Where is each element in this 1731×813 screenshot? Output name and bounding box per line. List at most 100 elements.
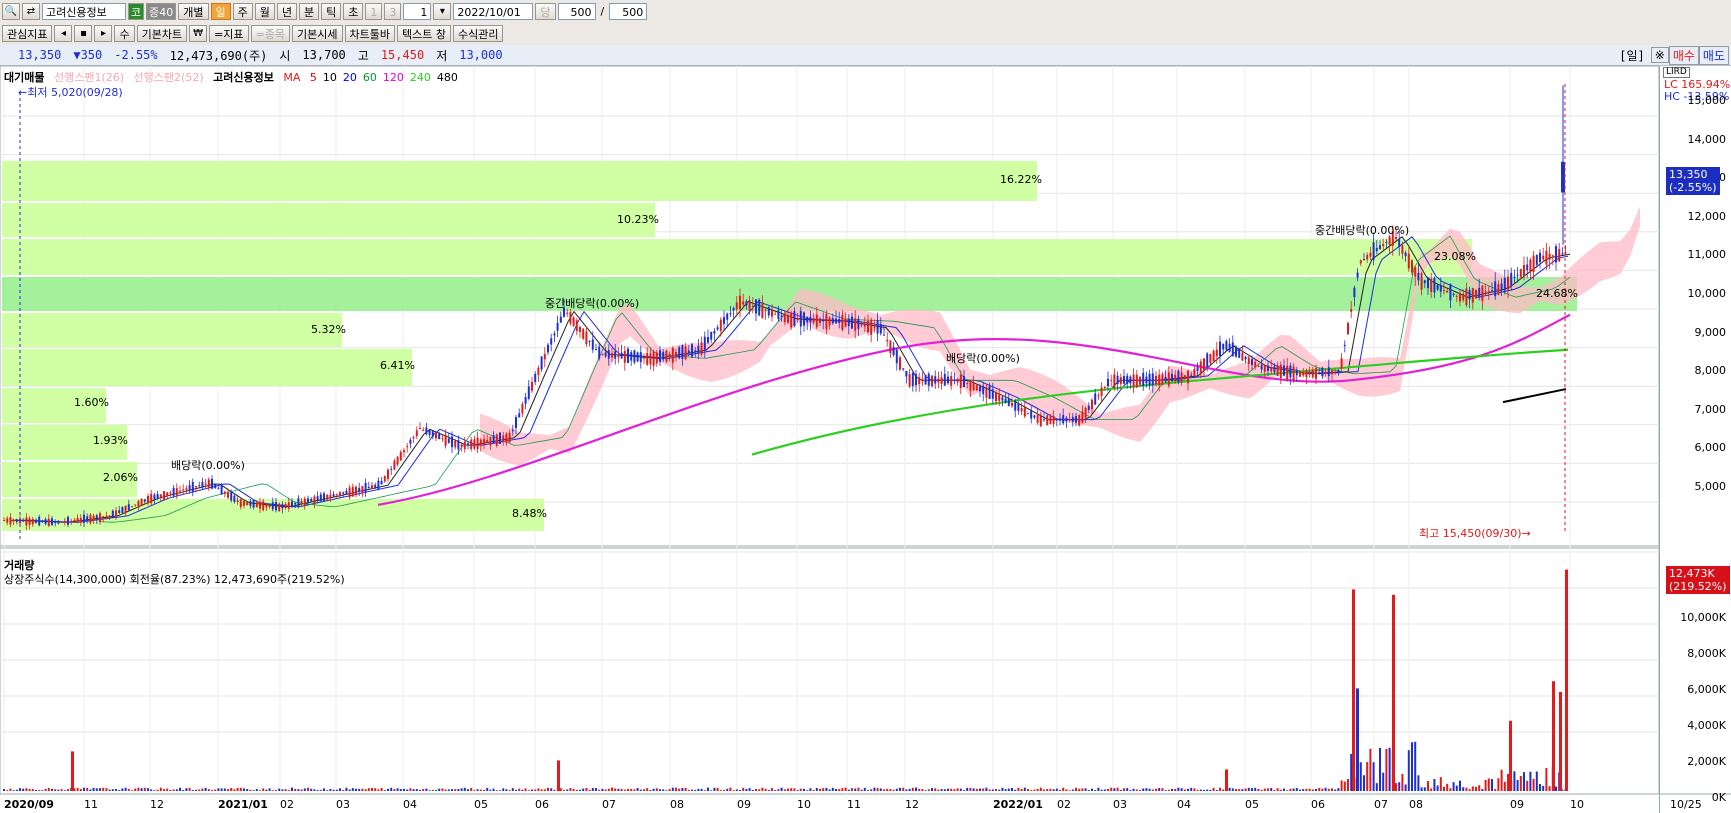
candle-body <box>1193 368 1196 377</box>
candle-body <box>1331 370 1333 375</box>
volume-axis-label: 4,000K <box>1687 719 1726 732</box>
current-price-tag: 13,350 (-2.55%) <box>1666 167 1720 195</box>
volume-bar <box>1334 789 1337 791</box>
volume-bar <box>1276 788 1279 791</box>
legend-ma-label[interactable]: MA <box>283 71 300 84</box>
candle-body <box>383 476 386 482</box>
legend-ma-5[interactable]: 5 <box>310 71 317 84</box>
volume-bar <box>159 787 162 791</box>
candle-body <box>899 357 901 370</box>
candle-body <box>35 519 37 523</box>
legend-ma-120[interactable]: 120 <box>383 71 404 84</box>
candle-body <box>303 498 306 506</box>
volume-bar <box>355 788 357 791</box>
candle-body <box>950 376 953 386</box>
lird-button[interactable]: LIRD <box>1663 67 1690 78</box>
legend-ma-60[interactable]: 60 <box>363 71 377 84</box>
candle-body <box>521 404 524 414</box>
candle-body <box>70 520 73 522</box>
volume-bar <box>1507 774 1509 791</box>
candle-body <box>345 490 348 494</box>
volume-bar <box>636 788 639 791</box>
volume-bar <box>543 789 546 791</box>
candle-body <box>511 429 514 432</box>
candle-body <box>956 378 959 383</box>
candle-body <box>1119 377 1122 385</box>
volume-bar <box>1014 789 1017 791</box>
volume-bar <box>1190 787 1193 791</box>
legend-stock[interactable]: 고려신용정보 <box>213 71 274 84</box>
candle-body <box>476 437 479 450</box>
volume-bar <box>569 788 572 791</box>
candle-body <box>1484 291 1487 293</box>
volume-bar <box>1321 788 1324 791</box>
volume-bar <box>1142 788 1145 791</box>
candle-body <box>1436 284 1439 290</box>
volume-bar <box>1033 789 1036 791</box>
volume-bar <box>505 789 508 791</box>
legend-ma-240[interactable]: 240 <box>410 71 431 84</box>
volume-bar <box>1241 789 1244 791</box>
candle-body <box>1276 365 1279 377</box>
candle-body <box>806 316 809 323</box>
volume-bar <box>297 789 300 791</box>
volume-bar <box>1529 771 1532 791</box>
candle-body <box>1151 373 1154 386</box>
volume-profile-bar <box>2 349 412 386</box>
candle-body <box>1254 361 1257 368</box>
volume-axis-label: 10,000K <box>1680 611 1726 624</box>
volume-bar <box>390 787 393 791</box>
volume-bar <box>1100 789 1103 791</box>
candle-body <box>1459 293 1461 302</box>
candle-body <box>1161 374 1164 385</box>
candle-body <box>191 482 194 492</box>
candle-body <box>604 352 607 357</box>
volume-bar <box>316 790 319 791</box>
volume-bar <box>1139 789 1141 791</box>
volume-bar <box>207 789 210 791</box>
chart-canvas[interactable] <box>0 0 1731 813</box>
legend-daegi[interactable]: 대기매물 <box>4 71 44 84</box>
volume-bar <box>1036 788 1039 791</box>
volume-bar <box>1283 788 1285 791</box>
volume-bar <box>115 789 117 791</box>
legend-span1[interactable]: 선행스팬1(26) <box>54 71 124 84</box>
legend-span2[interactable]: 선행스팬2(52) <box>134 71 204 84</box>
candle-body <box>636 352 639 362</box>
volume-bar <box>1347 778 1349 791</box>
candle-body <box>524 397 527 404</box>
candle-body <box>1043 419 1045 421</box>
candle-body <box>444 434 447 446</box>
candle-body <box>732 308 735 311</box>
candle-body <box>1462 293 1465 301</box>
candle-body <box>377 480 380 490</box>
price-axis[interactable]: LIRD LC 165.94% HC -13.59% 15,000 14,000 1… <box>1659 66 1731 813</box>
legend-ma-480[interactable]: 480 <box>437 71 458 84</box>
volume-bar <box>601 788 604 791</box>
candle-body <box>31 518 34 525</box>
candle-body <box>742 301 745 305</box>
volume-bar <box>67 789 69 791</box>
candle-body <box>767 307 770 316</box>
candle-body <box>588 340 591 342</box>
x-axis-label: 11 <box>847 798 861 811</box>
candle-body <box>1071 416 1074 422</box>
candle-body <box>985 387 988 398</box>
candle-body <box>121 507 124 514</box>
volume-bar <box>441 788 444 791</box>
candle-body <box>95 515 98 520</box>
candle-body <box>89 514 92 523</box>
legend-ma-10[interactable]: 10 <box>323 71 337 84</box>
volume-bar <box>739 789 741 791</box>
candle-body <box>44 519 47 524</box>
candle-body <box>966 383 969 385</box>
legend-ma-20[interactable]: 20 <box>343 71 357 84</box>
volume-bar <box>995 788 997 791</box>
volume-bar <box>1017 787 1020 791</box>
profile-pct: 10.23% <box>617 213 659 226</box>
candle-body <box>1289 365 1292 378</box>
volume-bar <box>476 789 479 791</box>
candle-body <box>367 486 370 489</box>
candle-body <box>332 494 335 497</box>
volume-bar <box>323 788 325 791</box>
